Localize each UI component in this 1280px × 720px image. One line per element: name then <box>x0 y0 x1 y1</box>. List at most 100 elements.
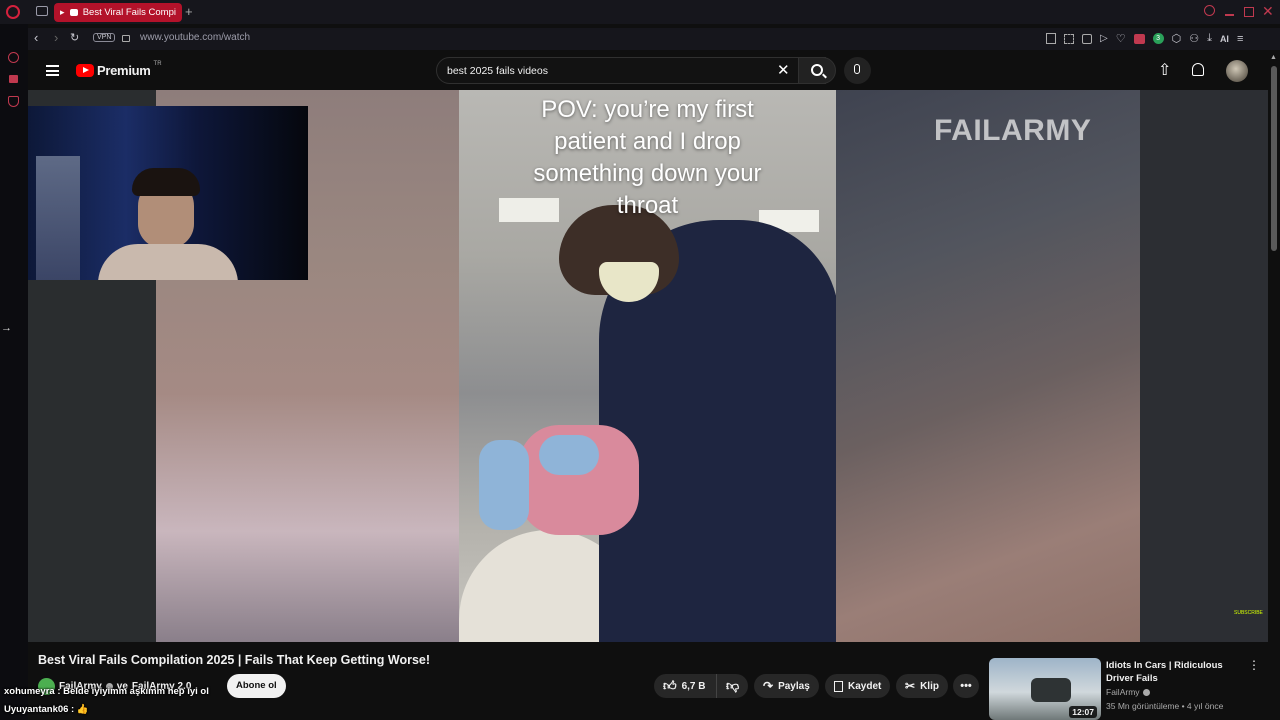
download-icon[interactable]: ⤓ <box>1207 32 1212 45</box>
region-code: TR <box>153 60 162 67</box>
extension-badge[interactable]: 3 <box>1152 33 1164 44</box>
chat-user: Uyuyantank06 <box>4 704 69 715</box>
opera-sidebar: → <box>0 24 28 720</box>
recommended-channel-name: FailArmy <box>1106 687 1140 697</box>
recommended-thumbnail[interactable]: 12:07 <box>989 658 1101 720</box>
search-box: best 2025 fails videos ✕ <box>436 57 826 84</box>
toolbar-icons: ▷ ♡ 3 ⬡ ⚇ ⤓ AI ≡ <box>1046 32 1243 45</box>
maximize-icon[interactable] <box>1244 7 1254 17</box>
lock-icon[interactable] <box>9 75 18 83</box>
chat-text: Belde iyiyimm aşkımm hep iyi ol <box>63 686 209 697</box>
account-icon[interactable]: ⚇ <box>1189 32 1199 45</box>
snapshot-icon[interactable] <box>1064 33 1074 44</box>
recommended-menu-icon[interactable]: ⋮ <box>1248 658 1260 672</box>
webcam-overlay <box>28 106 308 280</box>
chat-user: xohumeyra <box>4 686 55 697</box>
shield-icon[interactable] <box>8 96 19 107</box>
padlock-icon <box>122 35 130 42</box>
failarmy-watermark: FAILARMY <box>934 114 1092 147</box>
chat-message: xohumeyra : Belde iyiyimm aşkımm hep iyi… <box>4 686 209 697</box>
reload-icon[interactable]: ↻ <box>70 31 79 44</box>
back-icon[interactable]: ‹ <box>34 30 38 45</box>
streamer-hair <box>132 168 200 196</box>
adblock-icon[interactable] <box>1082 33 1092 44</box>
logo-text: Premium <box>97 63 151 78</box>
streamer-body <box>98 244 238 280</box>
gloved-hand <box>479 440 529 530</box>
url-field[interactable]: www.youtube.com/watch <box>140 32 250 43</box>
thumbs-down-icon: 👎︎ <box>726 678 740 693</box>
browser-tab-strip: ▸ Best Viral Fails Compi + ✕ <box>0 0 1280 24</box>
search-tabs-icon[interactable] <box>1204 5 1215 16</box>
voice-search-button[interactable] <box>844 57 871 84</box>
hamburger-icon[interactable] <box>46 65 59 76</box>
expand-arrow-icon[interactable]: → <box>1 322 12 334</box>
bookmark-icon[interactable] <box>1046 33 1056 44</box>
close-window-icon[interactable]: ✕ <box>1262 3 1274 20</box>
new-tab-icon[interactable]: + <box>185 4 193 19</box>
address-bar: ‹ › ↻ VPN www.youtube.com/watch ▷ ♡ 3 ⬡ … <box>28 28 1280 50</box>
microphone-icon <box>854 64 860 74</box>
chat-message: Uyuyantank06 : 👍 <box>4 704 89 715</box>
recommended-meta: 35 Mn görüntüleme • 4 yıl önce <box>1106 701 1224 711</box>
video-duration: 12:07 <box>1069 706 1097 718</box>
share-label: Paylaş <box>778 680 810 692</box>
more-icon: ••• <box>960 680 972 692</box>
bookshelf <box>36 156 80 280</box>
vpn-badge[interactable]: VPN <box>93 33 116 42</box>
menu-icon[interactable]: ≡ <box>1237 33 1243 45</box>
scissors-icon: ✂ <box>905 679 916 693</box>
save-icon <box>834 680 843 692</box>
save-label: Kaydet <box>848 680 882 692</box>
subscribe-button[interactable]: Abone ol <box>227 674 286 698</box>
share-icon: ↷ <box>763 679 774 693</box>
tab-youtube-icon <box>69 9 78 16</box>
save-button[interactable]: Kaydet <box>825 674 891 698</box>
video-player[interactable]: POV: you’re my first patient and I drop … <box>28 90 1268 642</box>
minimize-icon[interactable] <box>1225 14 1234 16</box>
more-actions-button[interactable]: ••• <box>953 674 979 698</box>
tab-title: Best Viral Fails Compi <box>82 7 176 18</box>
extensions-icon[interactable]: ⬡ <box>1172 32 1182 45</box>
avatar[interactable] <box>1226 60 1248 82</box>
youtube-header: Premium TR best 2025 fails videos ✕ ⇧ <box>28 52 1268 90</box>
clip-button[interactable]: ✂ Klip <box>896 674 948 698</box>
tab-menu-icon[interactable] <box>36 6 48 16</box>
tab-speaker-icon: ▸ <box>60 7 65 17</box>
wallet-icon[interactable] <box>1133 33 1145 44</box>
heart-icon[interactable]: ♡ <box>1116 32 1126 45</box>
share-button[interactable]: ↷ Paylaş <box>754 674 819 698</box>
car-image <box>1031 678 1071 702</box>
clip-label: Klip <box>920 680 939 692</box>
gloved-hand <box>539 435 599 475</box>
chat-text: 👍 <box>76 704 89 715</box>
play-icon[interactable]: ▷ <box>1100 33 1108 44</box>
recommended-title[interactable]: Idiots In Cars | Ridiculous Driver Fails <box>1106 659 1246 685</box>
subscribe-watermark: SUBSCRIBE <box>1234 610 1263 616</box>
forward-icon[interactable]: › <box>54 30 58 45</box>
scroll-up-arrow[interactable]: ▲ <box>1270 54 1277 61</box>
like-count: 6,7 B <box>681 680 706 692</box>
thumbs-up-icon: 👍︎ <box>663 678 677 693</box>
upload-icon[interactable]: ⇧ <box>1158 60 1171 80</box>
youtube-play-icon <box>76 64 94 77</box>
search-button[interactable] <box>798 57 836 84</box>
aria-ai-button[interactable]: AI <box>1220 34 1229 44</box>
video-title: Best Viral Fails Compilation 2025 | Fail… <box>38 653 431 667</box>
scrollbar-thumb[interactable] <box>1271 66 1277 251</box>
blur-background-right <box>836 90 1140 642</box>
search-input[interactable]: best 2025 fails videos <box>447 65 548 77</box>
dislike-button[interactable]: 👎︎ <box>716 674 749 698</box>
notifications-icon[interactable] <box>1192 63 1204 76</box>
video-caption: POV: you’re my first patient and I drop … <box>533 96 762 219</box>
tab-active[interactable]: ▸ Best Viral Fails Compi <box>54 3 182 22</box>
page-scrollbar[interactable]: ▲ <box>1268 52 1280 720</box>
video-frame: POV: you’re my first patient and I drop … <box>459 90 836 642</box>
youtube-logo[interactable]: Premium TR <box>76 60 162 78</box>
like-button[interactable]: 👍︎ 6,7 B <box>654 674 716 698</box>
recommended-channel[interactable]: FailArmy <box>1106 687 1150 697</box>
clear-search-icon[interactable]: ✕ <box>777 61 790 79</box>
verified-icon <box>1142 688 1150 696</box>
opera-logo-icon[interactable] <box>6 5 20 19</box>
history-icon[interactable] <box>8 52 19 63</box>
